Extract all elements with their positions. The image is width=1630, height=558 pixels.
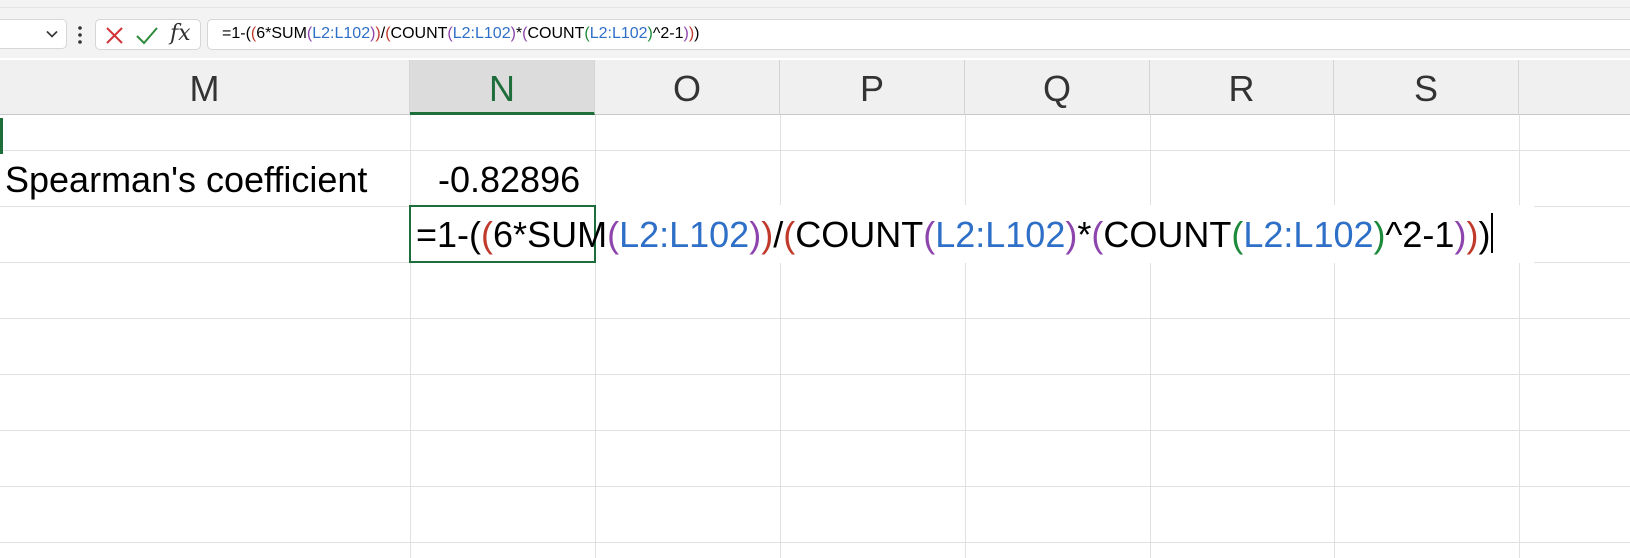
- formula-action-buttons: fx: [95, 19, 201, 50]
- grid-line: [780, 115, 781, 558]
- grid-line: [0, 150, 1630, 151]
- fx-icon[interactable]: fx: [170, 21, 191, 46]
- column-header-partial[interactable]: [1519, 60, 1630, 115]
- formula-token: (: [1091, 214, 1104, 255]
- formula-token: ): [1466, 214, 1479, 255]
- grid-line: [1150, 115, 1151, 558]
- formula-token: =1-(: [222, 25, 251, 42]
- column-header-o[interactable]: O: [595, 60, 780, 115]
- formula-token: L2:L102: [312, 25, 371, 42]
- formula-token: *: [1077, 214, 1092, 255]
- grid-line: [0, 318, 1630, 319]
- column-header-m[interactable]: M: [0, 60, 410, 115]
- formula-token: (: [481, 214, 494, 255]
- formula-token: COUNT: [1103, 214, 1232, 255]
- column-header-q[interactable]: Q: [965, 60, 1150, 115]
- formula-token: (: [783, 214, 796, 255]
- formula-token: ): [694, 25, 700, 42]
- formula-token: ^2-1: [652, 25, 684, 42]
- cell-value-spearman[interactable]: -0.82896: [438, 159, 580, 201]
- cell-label-spearman[interactable]: Spearman's coefficient: [5, 159, 367, 201]
- column-header-s[interactable]: S: [1334, 60, 1519, 115]
- formula-token: ): [749, 214, 762, 255]
- formula-token: ): [761, 214, 774, 255]
- more-vertical-icon[interactable]: [76, 24, 84, 46]
- checkmark-icon[interactable]: [136, 26, 158, 45]
- formula-token: (: [923, 214, 936, 255]
- row-selection-marker: [0, 118, 3, 154]
- formula-token: ): [1454, 214, 1467, 255]
- grid-line: [0, 430, 1630, 431]
- column-header-p[interactable]: P: [780, 60, 965, 115]
- formula-token: ): [1478, 214, 1491, 255]
- formula-token: L2:L102: [935, 214, 1066, 255]
- grid-line: [0, 542, 1630, 543]
- text-caret: [1491, 213, 1494, 253]
- formula-token: 6*SUM: [493, 214, 608, 255]
- grid-line: [1334, 115, 1335, 558]
- formula-token: ^2-1: [1385, 214, 1455, 255]
- chevron-down-icon[interactable]: [44, 26, 60, 42]
- column-header-n[interactable]: N: [410, 60, 595, 115]
- cancel-icon[interactable]: [105, 26, 124, 45]
- formula-token: 6*SUM: [256, 25, 307, 42]
- name-box[interactable]: [0, 19, 67, 49]
- formula-token: (: [607, 214, 620, 255]
- grid-line: [965, 115, 966, 558]
- formula-token: ): [1065, 214, 1078, 255]
- window-top-strip: [0, 0, 1630, 8]
- formula-token: =1-(: [416, 214, 482, 255]
- column-headers: M N O P Q R S: [0, 60, 1630, 115]
- formula-token: ): [1373, 214, 1386, 255]
- column-header-r[interactable]: R: [1150, 60, 1334, 115]
- formula-token: (: [1231, 214, 1244, 255]
- formula-token: L2:L102: [589, 25, 648, 42]
- formula-token: COUNT: [390, 25, 448, 42]
- formula-token: COUNT: [795, 214, 924, 255]
- grid-line: [0, 374, 1630, 375]
- formula-token: /: [773, 214, 784, 255]
- formula-text: =1-((6*SUM(L2:L102))/(COUNT(L2:L102)*(CO…: [222, 25, 700, 43]
- in-cell-formula-editor[interactable]: =1-((6*SUM(L2:L102))/(COUNT(L2:L102)*(CO…: [416, 213, 1494, 256]
- formula-input[interactable]: =1-((6*SUM(L2:L102))/(COUNT(L2:L102)*(CO…: [207, 19, 1630, 50]
- grid-line: [1519, 115, 1520, 558]
- grid-line: [410, 115, 411, 558]
- formula-token: L2:L102: [452, 25, 511, 42]
- grid-line: [595, 115, 596, 558]
- formula-token: L2:L102: [619, 214, 750, 255]
- formula-token: COUNT: [527, 25, 585, 42]
- formula-token: L2:L102: [1243, 214, 1374, 255]
- grid-line: [0, 486, 1630, 487]
- formula-bar: fx =1-((6*SUM(L2:L102))/(COUNT(L2:L102)*…: [0, 8, 1630, 58]
